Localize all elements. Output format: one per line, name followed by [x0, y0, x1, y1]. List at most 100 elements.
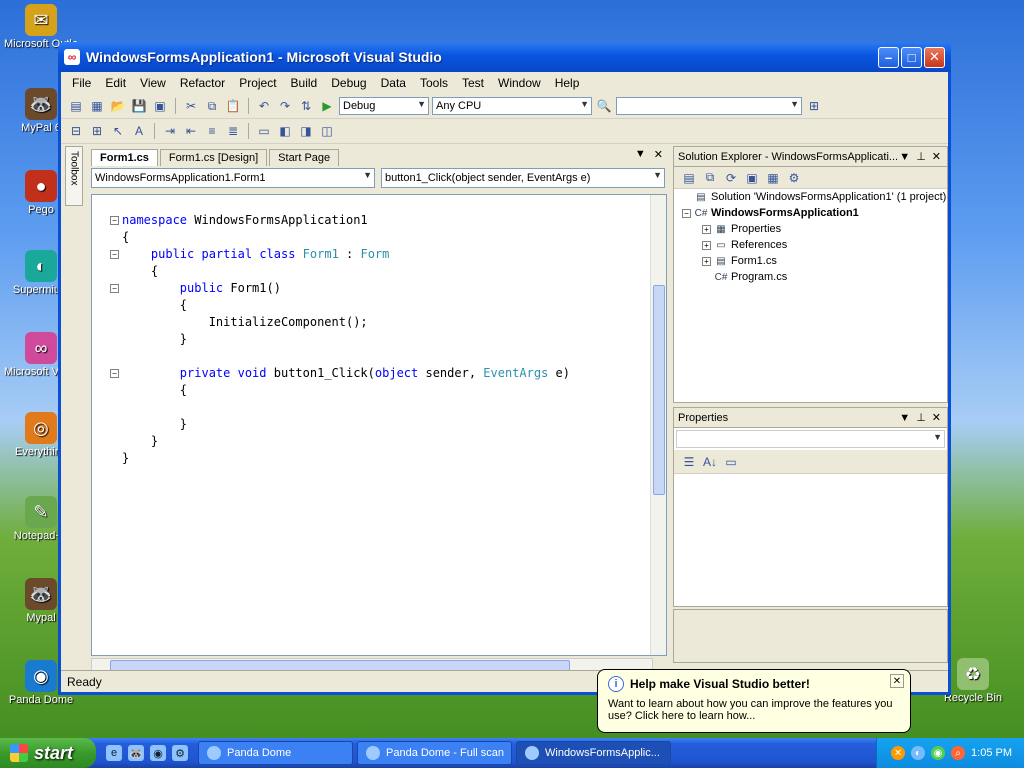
undo-icon[interactable]: ↶: [255, 97, 273, 115]
refresh-icon[interactable]: ⟳: [722, 169, 740, 187]
internet-explorer-icon[interactable]: e: [106, 745, 122, 761]
categorized-icon[interactable]: ☰: [680, 453, 698, 471]
menu-item-file[interactable]: File: [65, 74, 98, 92]
find-combo[interactable]: ▼: [616, 97, 802, 115]
bookmark-icon[interactable]: ▭: [255, 122, 273, 140]
maximize-button[interactable]: □: [901, 46, 922, 68]
next-bookmark-icon[interactable]: ◨: [297, 122, 315, 140]
close-icon[interactable]: ✕: [932, 411, 941, 424]
save-all-icon[interactable]: ▣: [151, 97, 169, 115]
alphabetical-icon[interactable]: A↓: [701, 453, 719, 471]
expand-toggle[interactable]: −: [682, 208, 691, 218]
menu-item-project[interactable]: Project: [232, 74, 283, 92]
close-button[interactable]: ✕: [924, 46, 945, 68]
show-all-files-icon[interactable]: ⧉: [701, 169, 719, 187]
comment-icon[interactable]: ≡: [203, 122, 221, 140]
member-select[interactable]: button1_Click(object sender, EventArgs e…: [381, 168, 665, 188]
media-icon[interactable]: ◉: [150, 745, 166, 761]
redo-icon[interactable]: ↷: [276, 97, 294, 115]
menu-item-window[interactable]: Window: [491, 74, 548, 92]
clear-bookmarks-icon[interactable]: ◫: [318, 122, 336, 140]
menu-item-view[interactable]: View: [133, 74, 173, 92]
navigate-icon[interactable]: ⇅: [297, 97, 315, 115]
pin-icon[interactable]: ⊥: [916, 411, 926, 424]
indent-icon[interactable]: ⇥: [161, 122, 179, 140]
mypal-icon[interactable]: 🦝: [128, 745, 144, 761]
tab-start-page[interactable]: Start Page: [269, 149, 340, 166]
expand-toggle[interactable]: +: [702, 224, 711, 234]
menu-item-tools[interactable]: Tools: [413, 74, 455, 92]
tab-form1-cs[interactable]: Form1.cs: [91, 149, 158, 166]
close-tab-icon[interactable]: ✕: [654, 148, 663, 161]
tab-list-icon[interactable]: ▼: [635, 148, 646, 161]
tree-item[interactable]: ▤ Solution 'WindowsFormsApplication1' (1 …: [682, 191, 946, 203]
object-select[interactable]: ▼: [676, 430, 945, 448]
add-item-icon[interactable]: ▦: [88, 97, 106, 115]
tree-item[interactable]: C# Program.cs: [702, 271, 788, 283]
find-in-files-icon[interactable]: 🔍: [595, 97, 613, 115]
menu-item-data[interactable]: Data: [374, 74, 413, 92]
pointer-icon[interactable]: ↖: [109, 122, 127, 140]
close-icon[interactable]: ✕: [932, 150, 941, 163]
platform-select[interactable]: Any CPU ▼: [432, 97, 592, 115]
collapse-toggle[interactable]: −: [110, 216, 119, 225]
collapse-toggle[interactable]: −: [110, 250, 119, 259]
tray-security-icon[interactable]: ◉: [931, 746, 946, 760]
menu-item-build[interactable]: Build: [284, 74, 325, 92]
collapse-toggle[interactable]: −: [110, 369, 119, 378]
balloon-close-button[interactable]: ✕: [890, 674, 904, 688]
prev-bookmark-icon[interactable]: ◧: [276, 122, 294, 140]
view-code-icon[interactable]: ▣: [743, 169, 761, 187]
configuration-select[interactable]: Debug ▼: [339, 97, 429, 115]
class-diagram-icon[interactable]: ⚙: [785, 169, 803, 187]
expand-toggle[interactable]: +: [702, 256, 711, 266]
minimize-button[interactable]: –: [878, 46, 899, 68]
tray-app-icon[interactable]: ✕: [891, 746, 906, 760]
cut-icon[interactable]: ✂: [182, 97, 200, 115]
menu-item-refactor[interactable]: Refactor: [173, 74, 232, 92]
new-project-icon[interactable]: ▤: [67, 97, 85, 115]
toolbox-tab[interactable]: Toolbox: [65, 146, 83, 206]
title-bar[interactable]: ∞ WindowsFormsApplication1 - Microsoft V…: [58, 42, 951, 72]
expand-toggle[interactable]: +: [702, 240, 711, 250]
vertical-scrollbar[interactable]: [650, 195, 666, 655]
view-designer-icon[interactable]: ▦: [764, 169, 782, 187]
class-select[interactable]: WindowsFormsApplication1.Form1 ▼: [91, 168, 375, 188]
tree-item[interactable]: + ▭ References: [702, 239, 787, 251]
solution-explorer-icon[interactable]: ⊞: [805, 97, 823, 115]
menu-item-help[interactable]: Help: [548, 74, 587, 92]
tab-form1-cs-design[interactable]: Form1.cs [Design]: [159, 149, 268, 166]
properties-icon[interactable]: ▤: [680, 169, 698, 187]
scroll-thumb[interactable]: [653, 285, 665, 495]
outdent-icon[interactable]: ⇤: [182, 122, 200, 140]
text-size-icon[interactable]: A: [130, 122, 148, 140]
code-editor[interactable]: namespace WindowsFormsApplication1−{ pub…: [91, 194, 667, 656]
menu-item-test[interactable]: Test: [455, 74, 491, 92]
settings-icon[interactable]: ⚙: [172, 745, 188, 761]
paste-icon[interactable]: 📋: [224, 97, 242, 115]
menu-item-edit[interactable]: Edit: [98, 74, 133, 92]
tree-item[interactable]: − C# WindowsFormsApplication1: [682, 207, 859, 219]
help-balloon[interactable]: i Help make Visual Studio better! ✕ Want…: [597, 669, 911, 733]
open-file-icon[interactable]: 📂: [109, 97, 127, 115]
balloon-body[interactable]: Want to learn about how you can improve …: [608, 698, 900, 722]
taskbar-button[interactable]: Panda Dome: [198, 741, 353, 765]
save-icon[interactable]: 💾: [130, 97, 148, 115]
tray-network-icon[interactable]: ◐: [911, 746, 926, 760]
collapse-toggle[interactable]: −: [110, 284, 119, 293]
align-grid-icon[interactable]: ⊞: [88, 122, 106, 140]
tree-item[interactable]: + ▤ Form1.cs: [702, 255, 777, 267]
tree-item[interactable]: + ▦ Properties: [702, 223, 781, 235]
pin-icon[interactable]: ⊥: [916, 150, 926, 163]
start-button[interactable]: start: [0, 738, 96, 768]
menu-item-debug[interactable]: Debug: [324, 74, 373, 92]
taskbar-button[interactable]: Panda Dome - Full scan: [357, 741, 512, 765]
property-pages-icon[interactable]: ▭: [722, 453, 740, 471]
dropdown-icon[interactable]: ▼: [899, 412, 910, 424]
dropdown-icon[interactable]: ▼: [899, 151, 910, 163]
start-debug-icon[interactable]: ▶: [318, 97, 336, 115]
copy-icon[interactable]: ⧉: [203, 97, 221, 115]
taskbar-button[interactable]: WindowsFormsApplic...: [516, 741, 671, 765]
tray-search-icon[interactable]: ⌕: [951, 746, 966, 760]
uncomment-icon[interactable]: ≣: [224, 122, 242, 140]
